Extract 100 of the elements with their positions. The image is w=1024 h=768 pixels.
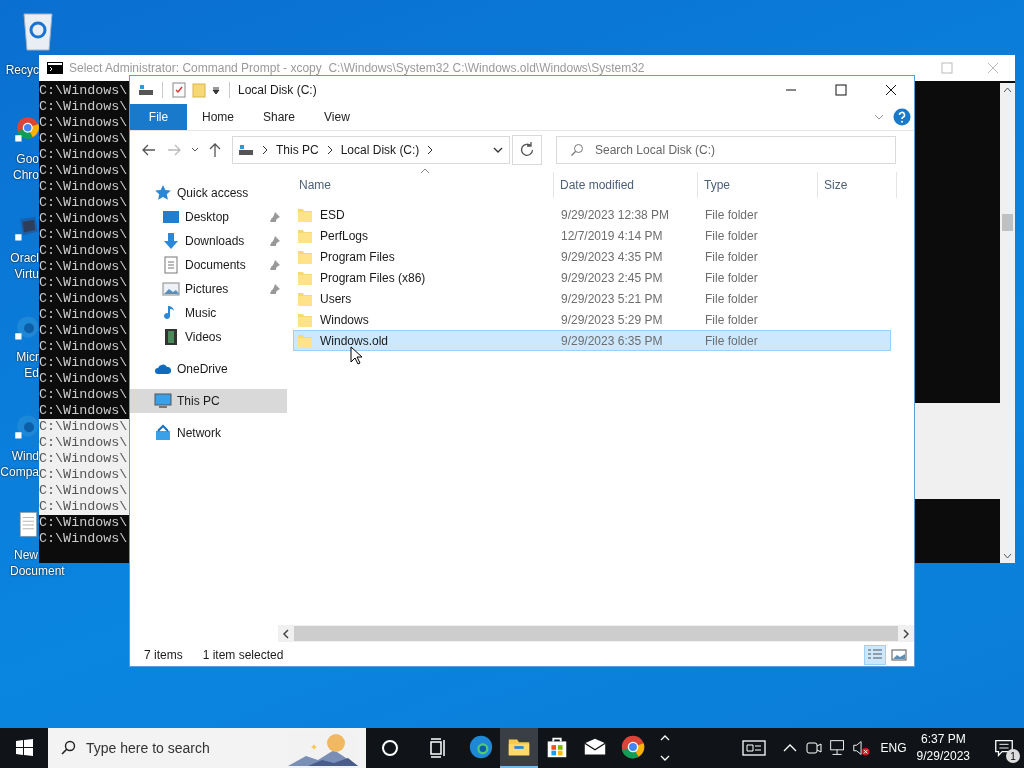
desktop-icon-label: Oracl	[10, 250, 39, 266]
desktop-icon-label: Recyc	[5, 62, 39, 78]
file-row[interactable]: Program Files (x86) 9/29/2023 2:45 PM File folder	[293, 267, 891, 288]
desktop-icon-label: Virtu	[14, 266, 39, 282]
chevron-right-icon[interactable]	[325, 144, 334, 156]
table-cell-text: File folder	[704, 249, 759, 264]
console-line: C:\Windows\	[39, 147, 129, 162]
column-header[interactable]: Name	[293, 172, 554, 198]
file-row[interactable]: Windows.old 9/29/2023 6:35 PM File folder	[293, 330, 891, 351]
desktop-icon-label: Compa	[0, 464, 39, 480]
console-line: C:\Windows\	[39, 275, 129, 291]
drive-icon	[138, 82, 154, 98]
file-name: Program Files	[320, 249, 395, 264]
ribbon-tab[interactable]: Share	[248, 104, 310, 130]
nav-icon	[162, 208, 180, 226]
file-name: Windows	[320, 312, 369, 327]
console-line: C:\Windows\	[39, 163, 129, 178]
breadcrumb[interactable]: This PC	[276, 143, 319, 157]
file-row[interactable]: Program Files 9/29/2023 4:35 PM File folder	[293, 246, 891, 267]
nav-item[interactable]: Desktop	[130, 205, 287, 229]
table-cell-text: File folder	[704, 228, 759, 243]
pin-icon[interactable]	[269, 211, 281, 223]
ribbon-tab[interactable]: Home	[187, 104, 248, 130]
file-name: Program Files (x86)	[320, 270, 426, 285]
search-icon	[570, 143, 584, 157]
nav-item[interactable]: Network	[130, 421, 287, 445]
chevron-right-icon[interactable]	[261, 144, 269, 156]
properties-icon[interactable]	[171, 82, 187, 98]
folder-icon	[297, 311, 313, 328]
nav-item[interactable]: Videos	[130, 325, 287, 349]
table-cell-text: 9/29/2023 12:38 PM	[560, 207, 671, 222]
image-icon	[891, 648, 907, 662]
console-line: C:\Windows\	[39, 99, 129, 115]
column-header[interactable]: Type	[698, 172, 818, 198]
nav-icon	[154, 184, 172, 202]
console-line: C:\Windows\	[39, 195, 129, 211]
scroll-thumb[interactable]	[1002, 214, 1013, 231]
console-line: C:\Windows\	[39, 131, 129, 147]
console-line: C:\Windows\	[39, 243, 129, 259]
nav-icon	[162, 256, 180, 274]
folder-icon	[297, 290, 313, 307]
pin-icon[interactable]	[269, 235, 281, 247]
notification-badge: 1	[1006, 749, 1020, 763]
nav-item[interactable]: OneDrive	[130, 357, 287, 381]
table-cell-text: File folder	[704, 270, 759, 285]
notifications-icon[interactable]	[993, 737, 1015, 759]
folder-icon	[297, 227, 313, 244]
console-line: C:\Windows\	[39, 387, 129, 403]
file-name: PerfLogs	[320, 228, 369, 243]
file-menu-button[interactable]: File	[130, 104, 187, 130]
column-header[interactable]: Size	[818, 172, 897, 198]
details-list-icon	[867, 648, 883, 662]
table-cell-text: 9/29/2023 2:45 PM	[560, 270, 664, 285]
chevron-right-icon[interactable]	[426, 144, 435, 156]
column-header[interactable]: Date modified	[554, 172, 698, 198]
nav-item[interactable]: Downloads	[130, 229, 287, 253]
nav-item[interactable]: Music	[130, 301, 287, 325]
nav-item[interactable]: Pictures	[130, 277, 287, 301]
search-field[interactable]: Search Local Disk (C:)	[556, 136, 896, 164]
console-line: C:\Windows\	[39, 307, 129, 323]
table-cell-text: 9/29/2023 5:21 PM	[560, 291, 664, 306]
refresh-icon[interactable]	[512, 135, 542, 165]
console-line: C:\Windows\	[39, 355, 129, 370]
table-cell-text: 12/7/2019 4:14 PM	[560, 228, 664, 243]
folder-icon	[297, 248, 313, 265]
address-bar[interactable]: This PC Local Disk (C:)	[232, 136, 510, 164]
scroll-thumb[interactable]	[294, 626, 898, 641]
console-line: C:\Windows\	[39, 179, 129, 195]
file-row[interactable]: Windows 9/29/2023 5:29 PM File folder	[293, 309, 891, 330]
horizontal-scrollbar[interactable]	[278, 625, 914, 642]
window-title: Select Administrator: Command Prompt - xcopy C:\Windows\System32 C:\Windows.old\Windows\System32	[69, 61, 645, 75]
console-line: C:\Windows\	[39, 531, 129, 547]
desktop-icon-label: Document	[10, 563, 65, 579]
clock[interactable]: 6:37 PM 9/29/2023	[916, 731, 970, 765]
desktop-icon-label: Goo	[16, 152, 39, 166]
table-cell-text: File folder	[704, 333, 759, 348]
table-cell-text: 9/29/2023 6:35 PM	[560, 333, 664, 348]
chrome-icon	[620, 734, 646, 760]
pin-icon[interactable]	[269, 259, 281, 271]
file-row[interactable]: ESD 9/29/2023 12:38 PM File folder	[293, 204, 891, 225]
nav-item[interactable]: Quick access	[130, 181, 287, 205]
help-icon[interactable]	[893, 108, 911, 126]
scrollbar[interactable]	[1000, 83, 1015, 563]
explorer-taskbar-button[interactable]	[500, 728, 538, 768]
nav-item[interactable]: Documents	[130, 253, 287, 277]
console-line: C:\Windows\	[39, 515, 129, 531]
console-line: C:\Windows\	[39, 371, 129, 387]
file-row[interactable]: Users 9/29/2023 5:21 PM File folder	[293, 288, 891, 309]
language-indicator[interactable]: ENG	[880, 741, 907, 755]
file-row[interactable]: PerfLogs 12/7/2019 4:14 PM File folder	[293, 225, 891, 246]
window-title: Local Disk (C:)	[238, 83, 317, 97]
nav-item[interactable]: This PC	[130, 389, 287, 413]
console-line: C:\Windows\	[39, 403, 129, 419]
console-icon	[47, 62, 63, 74]
breadcrumb[interactable]: Local Disk (C:)	[340, 143, 420, 157]
folder-icon	[297, 269, 313, 286]
pin-icon[interactable]	[269, 283, 281, 295]
ribbon-tab[interactable]: View	[309, 104, 364, 130]
folder-icon	[297, 206, 313, 223]
nav-icon	[162, 280, 180, 298]
